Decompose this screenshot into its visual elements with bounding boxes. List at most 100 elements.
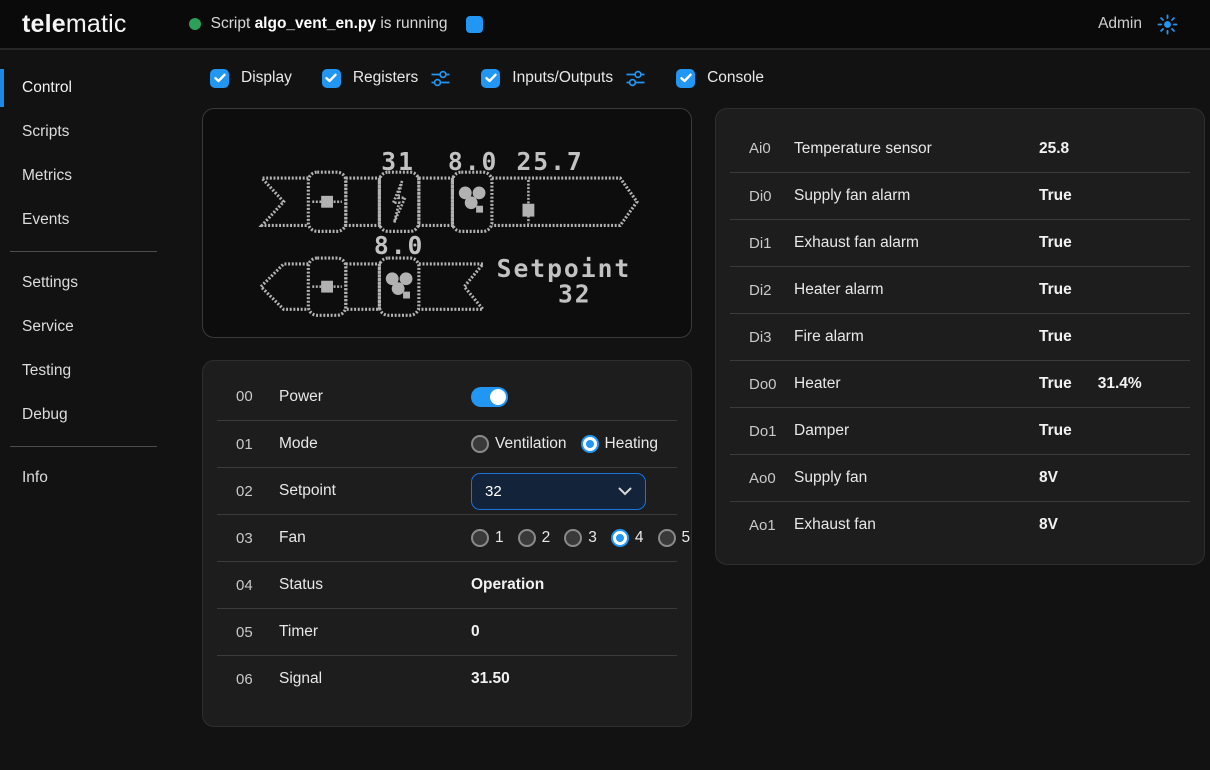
register-value: Operation — [471, 576, 544, 594]
io-label: Supply fan — [794, 469, 1039, 487]
display-setpoint-value: 32 — [558, 279, 592, 308]
io-value-box: True — [1039, 422, 1190, 440]
register-value: 0 — [471, 623, 480, 641]
register-number: 00 — [236, 388, 279, 405]
radio-label: 5 — [682, 529, 691, 547]
user-menu[interactable]: Admin — [1098, 15, 1142, 33]
radio-button[interactable] — [471, 529, 489, 547]
register-label: Signal — [279, 670, 471, 688]
view-toggle-label: Inputs/Outputs — [512, 69, 613, 87]
radio-button[interactable] — [581, 435, 599, 453]
register-number: 01 — [236, 436, 279, 453]
io-value: True — [1039, 375, 1072, 393]
io-row-do0: Do0HeaterTrue31.4% — [730, 360, 1190, 407]
view-toggle-inputs-outputs[interactable]: Inputs/Outputs — [481, 68, 646, 89]
radio-option-mode-heating[interactable]: Heating — [581, 435, 658, 453]
setpoint-select[interactable]: 32 — [471, 473, 646, 510]
checkbox-checked[interactable] — [210, 69, 229, 88]
sidebar-item-events[interactable]: Events — [0, 198, 200, 242]
view-toggle-console[interactable]: Console — [676, 69, 764, 88]
radio-dot — [586, 440, 594, 448]
app-logo[interactable]: telematic — [22, 10, 127, 39]
io-value: True — [1039, 281, 1072, 299]
filter-sliders-icon[interactable] — [625, 68, 646, 89]
checkbox-checked[interactable] — [676, 69, 695, 88]
filter-sliders-icon[interactable] — [430, 68, 451, 89]
radio-dot — [616, 534, 624, 542]
register-control: 31.50 — [471, 670, 677, 688]
supply-duct-segment — [346, 178, 380, 225]
sidebar-item-control[interactable]: Control — [0, 66, 200, 110]
sidebar-item-metrics[interactable]: Metrics — [0, 154, 200, 198]
register-label: Mode — [279, 435, 471, 453]
radio-label: 4 — [635, 529, 644, 547]
check-icon — [325, 73, 337, 83]
register-label: Setpoint — [279, 482, 471, 500]
checkbox-checked[interactable] — [322, 69, 341, 88]
exhaust-duct-outlet — [261, 264, 308, 309]
io-row-di2: Di2Heater alarmTrue — [730, 266, 1190, 313]
view-toggle-display[interactable]: Display — [210, 69, 292, 88]
fan-icon — [459, 186, 486, 212]
power-toggle[interactable] — [471, 387, 508, 407]
view-toggle-label: Console — [707, 69, 764, 87]
radio-button[interactable] — [564, 529, 582, 547]
register-number: 05 — [236, 624, 279, 641]
register-control — [471, 387, 677, 407]
display-setpoint-label: Setpoint — [497, 254, 632, 283]
sidebar-item-info[interactable]: Info — [0, 456, 200, 500]
sidebar-item-settings[interactable]: Settings — [0, 261, 200, 305]
io-label: Damper — [794, 422, 1039, 440]
script-status-text: Script algo_vent_en.py is running — [211, 15, 448, 33]
sidebar-item-service[interactable]: Service — [0, 305, 200, 349]
radio-option-mode-ventilation[interactable]: Ventilation — [471, 435, 567, 453]
view-toggle-registers[interactable]: Registers — [322, 68, 451, 89]
radio-button[interactable] — [518, 529, 536, 547]
radio-option-fan-3[interactable]: 3 — [564, 529, 597, 547]
select-value: 32 — [485, 483, 618, 500]
checkbox-checked[interactable] — [481, 69, 500, 88]
register-control: 12345 — [471, 529, 677, 547]
io-value: 25.8 — [1039, 140, 1069, 158]
register-label: Power — [279, 388, 471, 406]
io-value: True — [1039, 422, 1072, 440]
radio-option-fan-4[interactable]: 4 — [611, 529, 644, 547]
io-value: True — [1039, 328, 1072, 346]
radio-button[interactable] — [658, 529, 676, 547]
radio-option-fan-2[interactable]: 2 — [518, 529, 551, 547]
register-row-00: 00Power — [217, 373, 677, 420]
io-code: Ao1 — [749, 517, 794, 534]
exhaust-duct-segment — [346, 264, 380, 309]
status-suffix: is running — [380, 15, 447, 32]
radio-button[interactable] — [471, 435, 489, 453]
io-label: Exhaust fan — [794, 516, 1039, 534]
io-code: Ao0 — [749, 470, 794, 487]
theme-toggle-sun-icon[interactable] — [1157, 14, 1178, 35]
sidebar-item-testing[interactable]: Testing — [0, 349, 200, 393]
register-row-03: 03Fan12345 — [217, 514, 677, 561]
view-toggle-label: Display — [241, 69, 292, 87]
topbar-right: Admin — [1098, 14, 1178, 35]
io-extra-value: 31.4% — [1098, 375, 1142, 393]
sidebar-item-scripts[interactable]: Scripts — [0, 110, 200, 154]
register-number: 06 — [236, 671, 279, 688]
radio-label: Heating — [605, 435, 658, 453]
radio-option-fan-1[interactable]: 1 — [471, 529, 504, 547]
sidebar-divider — [10, 251, 157, 252]
radio-option-fan-5[interactable]: 5 — [658, 529, 691, 547]
radio-button[interactable] — [611, 529, 629, 547]
register-row-05: 05Timer0 — [217, 608, 677, 655]
stop-script-button[interactable] — [466, 16, 483, 33]
io-row-do1: Do1DamperTrue — [730, 407, 1190, 454]
radio-label: 2 — [542, 529, 551, 547]
io-code: Di0 — [749, 188, 794, 205]
check-icon — [485, 73, 497, 83]
display-panel: 31 8.0 25.7 — [202, 108, 692, 338]
io-value-box: 8V — [1039, 516, 1190, 534]
script-status: Script algo_vent_en.py is running — [189, 15, 483, 33]
io-code: Do0 — [749, 376, 794, 393]
topbar: telematic Script algo_vent_en.py is runn… — [0, 0, 1210, 50]
io-row-ao0: Ao0Supply fan8V — [730, 454, 1190, 501]
logo-light: matic — [66, 10, 127, 38]
sidebar-item-debug[interactable]: Debug — [0, 393, 200, 437]
